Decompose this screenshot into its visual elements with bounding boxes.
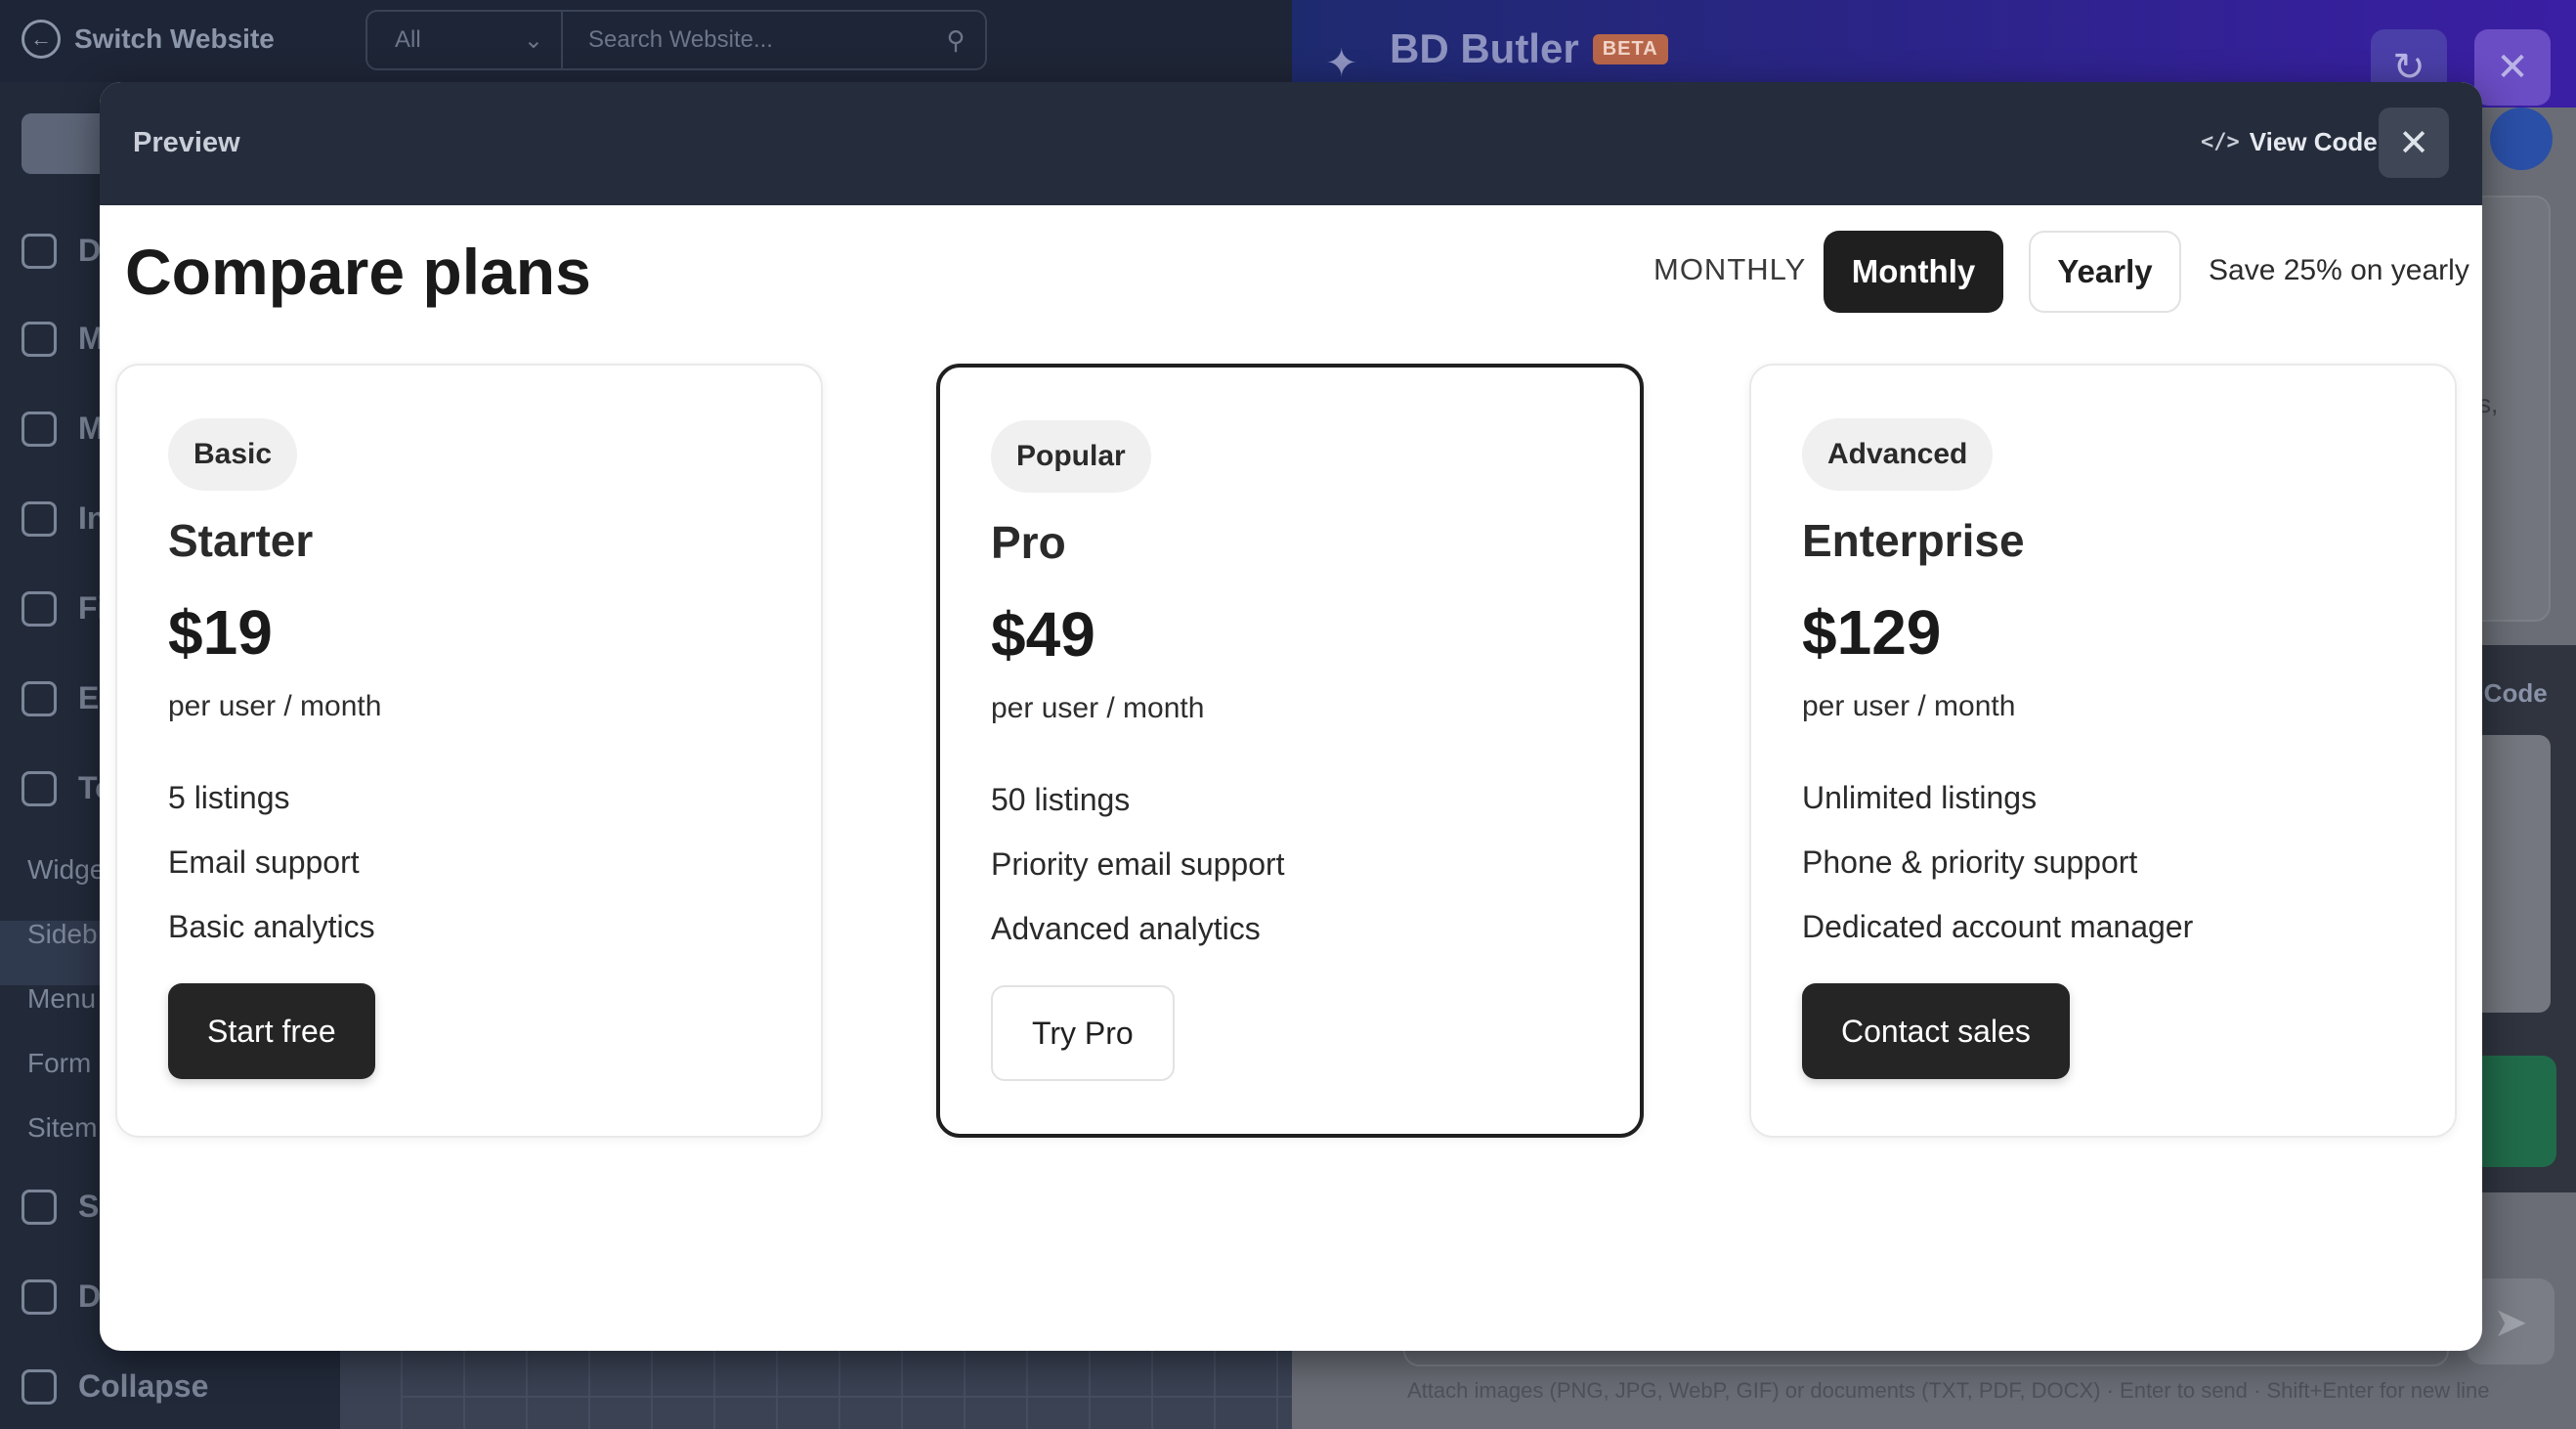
plan-name: Starter xyxy=(168,515,314,566)
butler-title-text: BD Butler xyxy=(1390,25,1579,71)
close-icon: ✕ xyxy=(2496,46,2529,89)
avatar[interactable] xyxy=(2490,108,2553,170)
plan-period: per user / month xyxy=(1802,690,2016,722)
monthly-toggle-button[interactable]: Monthly xyxy=(1824,231,2003,313)
sidebar-item-label: D xyxy=(78,1278,102,1314)
plan-feature: 5 listings xyxy=(168,780,290,815)
yearly-savings-note: Save 25% on yearly xyxy=(2209,254,2469,286)
plan-name: Pro xyxy=(991,517,1066,568)
send-icon: ➤ xyxy=(2493,1298,2528,1345)
site-search-bar: All ⌄ Search Website... ⚲ xyxy=(365,10,987,70)
sidebar-item-email[interactable]: Er xyxy=(21,680,111,716)
close-icon: ✕ xyxy=(2398,122,2429,164)
plan-price: $19 xyxy=(168,597,273,668)
collapse-label: Collapse xyxy=(78,1368,209,1404)
sidebar-item-design[interactable]: D xyxy=(21,1278,101,1315)
plan-name: Enterprise xyxy=(1802,515,2025,566)
try-pro-button[interactable]: Try Pro xyxy=(991,985,1175,1081)
sidebar-subitem-menus[interactable]: Menu xyxy=(27,983,96,1015)
sidebar-item-label: D xyxy=(78,233,102,268)
chat-icon xyxy=(21,500,57,537)
switch-website-button[interactable]: ← Switch Website xyxy=(21,20,275,59)
page-title: Compare plans xyxy=(125,236,591,308)
collapse-button[interactable]: Collapse xyxy=(21,1368,208,1405)
bar-chart-icon xyxy=(21,590,57,627)
home-icon xyxy=(21,233,57,269)
beta-badge: BETA xyxy=(1592,33,1668,65)
plan-period: per user / month xyxy=(991,692,1205,724)
plan-card-enterprise: Advanced Enterprise $129 per user / mont… xyxy=(1749,364,2457,1138)
grid-icon xyxy=(21,1278,57,1315)
search-icon[interactable]: ⚲ xyxy=(926,25,985,56)
plan-feature: Dedicated account manager xyxy=(1802,909,2194,944)
site-filter-value: All xyxy=(395,26,421,53)
plan-badge: Basic xyxy=(168,418,298,491)
sidebar-item-members[interactable]: M xyxy=(21,321,105,357)
composer-hint: Attach images (PNG, JPG, WebP, GIF) or d… xyxy=(1407,1378,2490,1403)
modal-close-button[interactable]: ✕ xyxy=(2379,108,2449,178)
sidebar-subitem-sitemap[interactable]: Sitem xyxy=(27,1112,98,1144)
view-code-label: View Code xyxy=(2249,127,2378,156)
plan-price: $129 xyxy=(1802,597,1942,668)
modal-header: Preview </> View Code ✕ xyxy=(100,82,2482,205)
plan-period: per user / month xyxy=(168,690,382,722)
gear-icon xyxy=(21,1189,57,1225)
switch-website-label: Switch Website xyxy=(74,23,275,54)
plan-card-pro: Popular Pro $49 per user / month 50 list… xyxy=(936,364,1644,1138)
sidebar-subitem-widgets[interactable]: Widge xyxy=(27,854,105,886)
butler-close-button[interactable]: ✕ xyxy=(2474,29,2551,106)
plan-feature: Advanced analytics xyxy=(991,911,1261,946)
back-arrow-icon: ← xyxy=(21,20,61,59)
plan-badge: Advanced xyxy=(1802,418,1994,491)
users-icon xyxy=(21,321,57,357)
sidebar-item-dashboard[interactable]: D xyxy=(21,233,101,269)
sparkle-icon: ✦ xyxy=(1325,42,1358,85)
plan-badge: Popular xyxy=(991,420,1151,493)
start-free-button[interactable]: Start free xyxy=(168,983,375,1079)
plan-feature: Priority email support xyxy=(991,846,1285,882)
yearly-toggle-button[interactable]: Yearly xyxy=(2029,231,2181,313)
sidebar-item-finance[interactable]: Fi xyxy=(21,590,106,627)
folder-icon xyxy=(21,411,57,447)
billing-period-label: MONTHLY xyxy=(1653,252,1807,286)
modal-title: Preview xyxy=(133,127,240,158)
chevron-down-icon: ⌄ xyxy=(523,26,543,54)
collapse-icon xyxy=(21,1368,57,1405)
sidebar-item-inbox[interactable]: In xyxy=(21,500,106,537)
preview-modal: Preview </> View Code ✕ Compare plans MO… xyxy=(100,82,2482,1351)
mail-icon xyxy=(21,680,57,716)
plan-feature: Email support xyxy=(168,844,360,880)
sidebar-subitem-sidebars[interactable]: Sideb xyxy=(27,919,98,950)
contact-sales-button[interactable]: Contact sales xyxy=(1802,983,2070,1079)
site-search-input[interactable]: Search Website... xyxy=(563,26,926,54)
plan-feature: Unlimited listings xyxy=(1802,780,2038,815)
site-filter-select[interactable]: All ⌄ xyxy=(367,12,563,68)
code-icon: </> xyxy=(2201,130,2240,154)
plan-card-starter: Basic Starter $19 per user / month 5 lis… xyxy=(115,364,823,1138)
sidebar-subitem-forms[interactable]: Form xyxy=(27,1048,91,1079)
plan-feature: 50 listings xyxy=(991,782,1131,817)
plan-feature: Basic analytics xyxy=(168,909,375,944)
butler-title: BD Butler BETA xyxy=(1390,25,1668,72)
tools-icon xyxy=(21,770,57,806)
view-code-button[interactable]: </> View Code xyxy=(2201,127,2378,157)
plan-feature: Phone & priority support xyxy=(1802,844,2138,880)
plan-price: $49 xyxy=(991,599,1095,670)
sidebar-item-media[interactable]: M xyxy=(21,411,105,447)
